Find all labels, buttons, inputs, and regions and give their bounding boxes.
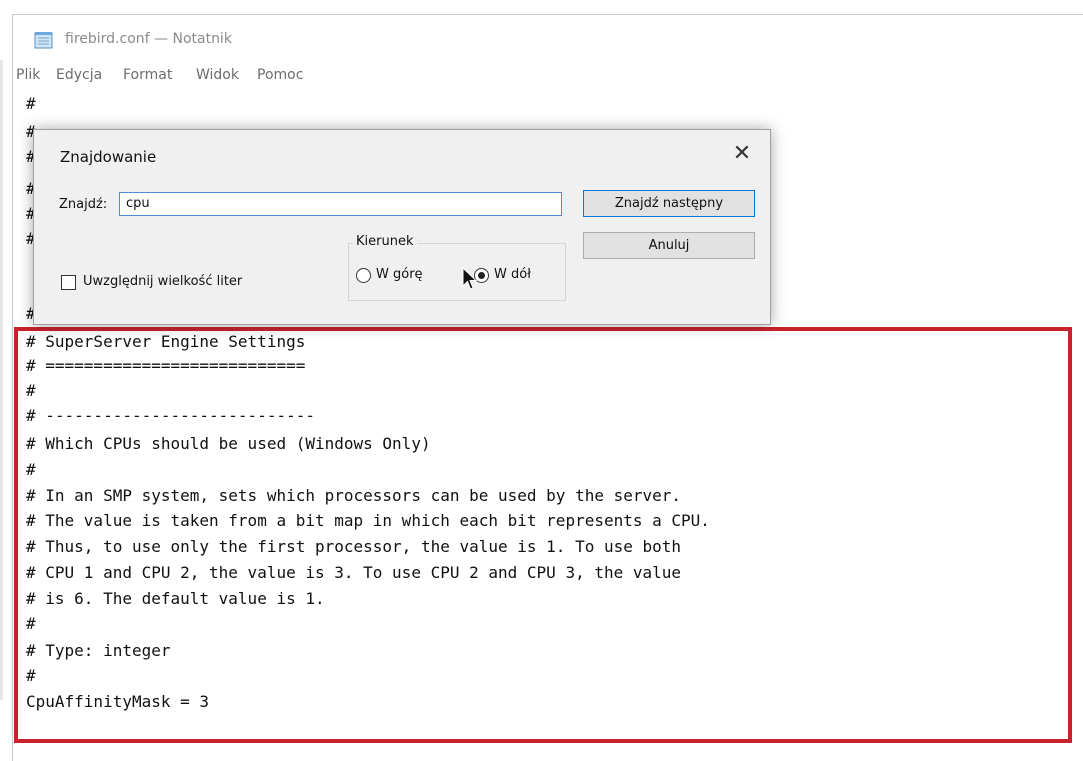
notepad-icon [34, 32, 53, 49]
window-title: firebird.conf — Notatnik [65, 31, 232, 47]
find-input[interactable]: cpu [119, 192, 562, 216]
find-label: Znajdź: [59, 197, 108, 212]
cancel-button[interactable]: Anuluj [583, 232, 755, 259]
match-case-label[interactable]: Uwzględnij wielkość liter [83, 274, 242, 289]
menu-help[interactable]: Pomoc [257, 67, 303, 83]
red-highlight-frame [14, 327, 1072, 743]
mouse-cursor-icon [462, 267, 478, 290]
menu-bar: Plik Edycja Format Widok Pomoc [13, 67, 1083, 93]
menu-file[interactable]: Plik [16, 67, 40, 83]
direction-label: Kierunek [352, 234, 418, 249]
title-bar[interactable]: firebird.conf — Notatnik [13, 15, 1083, 67]
direction-up-label[interactable]: W górę [376, 267, 423, 282]
menu-edit[interactable]: Edycja [56, 67, 102, 83]
close-icon[interactable]: ✕ [724, 138, 760, 170]
code-line: # [26, 94, 36, 113]
find-dialog-title: Znajdowanie [60, 148, 157, 166]
find-next-button[interactable]: Znajdź następny [583, 190, 755, 217]
window-left-edge [0, 60, 3, 700]
find-dialog: Znajdowanie ✕ Znajdź: cpu Znajdź następn… [33, 129, 771, 325]
menu-view[interactable]: Widok [196, 67, 239, 83]
menu-format[interactable]: Format [123, 67, 172, 83]
match-case-checkbox[interactable] [61, 275, 76, 290]
direction-down-label[interactable]: W dół [494, 267, 531, 282]
direction-up-radio[interactable] [356, 268, 371, 283]
